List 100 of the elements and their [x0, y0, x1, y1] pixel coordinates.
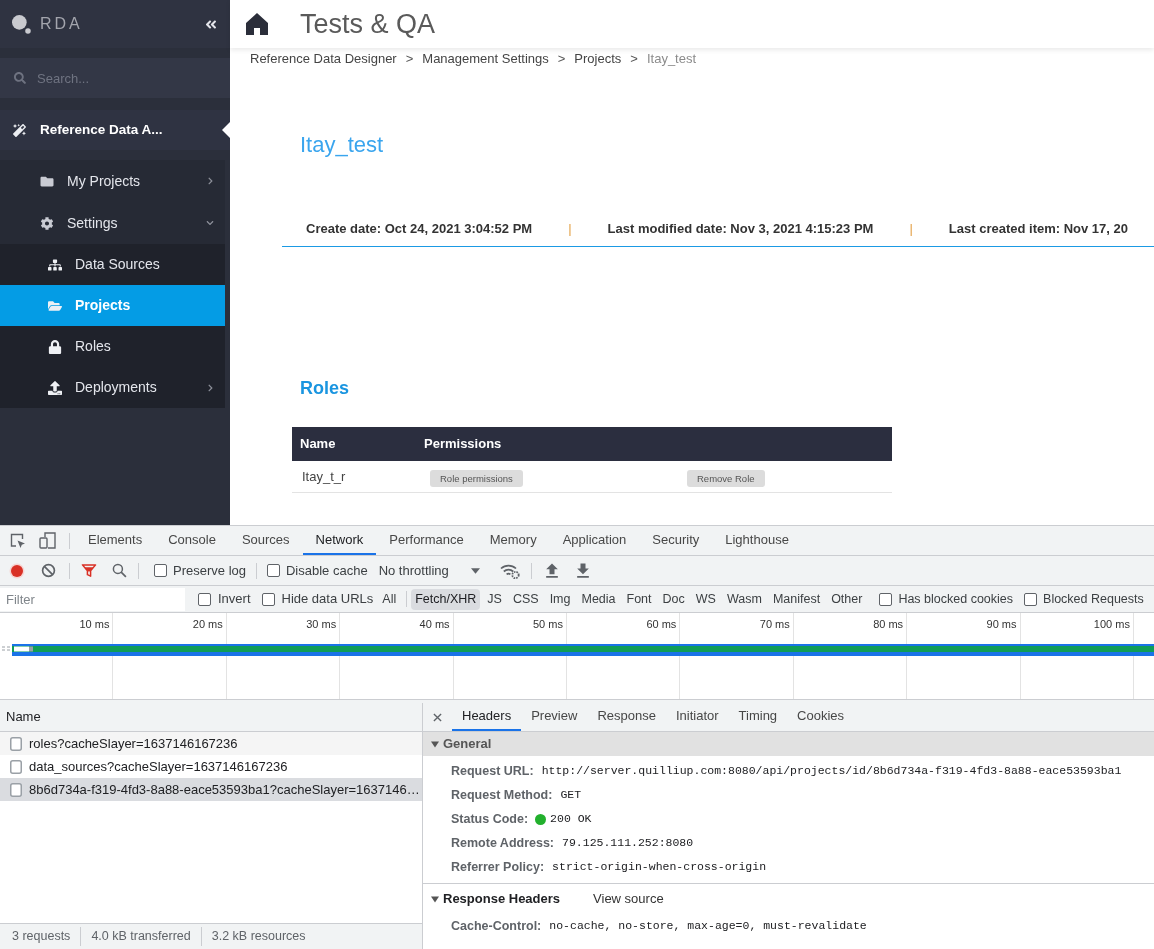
- tick-label: 20 ms: [192, 618, 223, 631]
- type-filter-button[interactable]: Font: [622, 588, 656, 610]
- checkbox[interactable]: [267, 564, 280, 577]
- type-filter-button[interactable]: Img: [545, 588, 575, 610]
- type-filter-button[interactable]: Other: [827, 588, 867, 610]
- section-header[interactable]: Response Headers: [423, 889, 561, 909]
- meta-field: Last modified date: Nov 3, 2021 4:15:23 PM: [607, 219, 874, 239]
- search-icon[interactable]: [112, 563, 127, 578]
- details-tab[interactable]: Cookies: [787, 703, 855, 731]
- devtools-tab[interactable]: Elements: [75, 526, 156, 555]
- checkbox[interactable]: [879, 592, 893, 606]
- type-filter-button[interactable]: JS: [483, 588, 506, 610]
- throttling-dropdown[interactable]: No throttling: [378, 560, 480, 581]
- breadcrumb-link[interactable]: Reference Data Designer: [250, 49, 397, 69]
- column-header[interactable]: Name: [0, 703, 422, 732]
- header-value: no-cache, no-store, max-age=0, must-revalidate: [549, 918, 867, 935]
- breadcrumb-current: Itay_test: [646, 50, 697, 69]
- record-icon[interactable]: [9, 562, 25, 579]
- checkbox[interactable]: [1024, 592, 1038, 606]
- nav-item[interactable]: My Projects: [0, 160, 225, 202]
- filter-field[interactable]: Filter: [0, 587, 185, 611]
- checkbox[interactable]: [198, 592, 211, 606]
- header-value: GET: [560, 787, 582, 804]
- details-tab[interactable]: Preview: [521, 703, 588, 731]
- header-name: Request Method:: [451, 786, 553, 804]
- tick-label: 50 ms: [533, 618, 563, 631]
- gear-icon: [40, 216, 54, 230]
- tick-label: 90 ms: [986, 618, 1017, 631]
- device-toolbar-icon[interactable]: [39, 532, 56, 549]
- devtools-tab[interactable]: Sources: [228, 526, 303, 555]
- nav-item[interactable]: Data Sources: [0, 244, 225, 285]
- checkbox[interactable]: [261, 592, 275, 606]
- clear-icon[interactable]: [41, 563, 56, 578]
- project-title: Itay_test: [300, 131, 384, 159]
- meta-separator: |: [568, 220, 572, 239]
- devtools-tab[interactable]: Performance: [376, 526, 477, 555]
- header-name: Remote Address:: [451, 834, 555, 852]
- nav-item[interactable]: Reference Data A...: [0, 110, 230, 150]
- logo-icon: [12, 14, 31, 34]
- request-row[interactable]: roles?cacheSlayer=1637146167236: [0, 732, 422, 755]
- details-tab[interactable]: Initiator: [665, 703, 729, 731]
- request-row[interactable]: 8b6d734a-f319-4fd3-8a88-eace53593ba1?cacheSlayer=1637146…: [0, 778, 422, 801]
- chevron-right-icon[interactable]: [207, 177, 214, 185]
- checkbox-label: Invert: [218, 590, 251, 609]
- checkbox-label: Hide data URLs: [281, 590, 374, 609]
- details-tab[interactable]: Timing: [728, 703, 788, 731]
- checkbox-label: Has blocked cookies: [898, 590, 1014, 608]
- close-icon[interactable]: [433, 712, 442, 722]
- devtools-tab[interactable]: Security: [639, 526, 713, 555]
- devtools-tab[interactable]: Memory: [476, 526, 550, 555]
- inspect-element-icon[interactable]: [10, 532, 26, 549]
- devtools-tab[interactable]: Console: [155, 526, 229, 555]
- tick-label: 40 ms: [419, 618, 450, 631]
- tick-label: 80 ms: [873, 618, 904, 631]
- filter-icon[interactable]: [81, 563, 97, 578]
- nav-item[interactable]: Deployments: [0, 367, 225, 408]
- nav-item[interactable]: Roles: [0, 326, 225, 367]
- caret-icon: [470, 567, 480, 574]
- page-title: Tests & QA: [300, 8, 436, 41]
- upload-icon: [48, 380, 62, 395]
- checkbox-label: Preserve log: [173, 561, 246, 580]
- summary-text: 3.2 kB resources: [200, 927, 306, 946]
- type-filter-button[interactable]: Doc: [658, 588, 689, 610]
- header-name: Request URL:: [451, 762, 534, 780]
- type-filter-button[interactable]: Wasm: [722, 588, 766, 610]
- logo-text: RDA: [40, 14, 83, 34]
- devtools-tab[interactable]: Lighthouse: [712, 526, 802, 555]
- document-icon: [10, 782, 22, 797]
- remove-role-button[interactable]: Remove Role: [687, 469, 765, 487]
- nav-item[interactable]: Settings: [0, 202, 225, 244]
- sitemap-icon: [48, 257, 62, 272]
- tick-label: 60 ms: [646, 618, 677, 631]
- tick-label: 70 ms: [759, 618, 790, 631]
- breadcrumb-link[interactable]: Projects: [574, 49, 622, 69]
- header-value: http://server.quilliup.com:8080/api/projects/id/8b6d734a-f319-4fd3-8a88-eace53593ba1: [541, 763, 1122, 780]
- type-filter-button[interactable]: Fetch/XHR: [411, 588, 481, 610]
- table-cell-text: Itay_t_r: [301, 467, 346, 486]
- type-filter-button[interactable]: All: [378, 588, 401, 610]
- breadcrumb-separator: >: [630, 50, 638, 69]
- tick-label: 100 ms: [1093, 618, 1130, 631]
- checkbox[interactable]: [154, 564, 167, 577]
- breadcrumb-link[interactable]: Management Settings: [422, 49, 549, 69]
- breadcrumb-separator: >: [405, 50, 414, 69]
- section-header[interactable]: General: [423, 734, 492, 754]
- type-filter-button[interactable]: CSS: [508, 588, 543, 610]
- type-filter-button[interactable]: Media: [577, 588, 620, 610]
- header-name: Referrer Policy:: [451, 858, 545, 876]
- meta-field: Create date: Oct 24, 2021 3:04:52 PM: [306, 219, 533, 239]
- role-permissions-button[interactable]: Role permissions: [430, 469, 523, 487]
- home-icon[interactable]: [246, 13, 268, 35]
- view-source-link[interactable]: View source: [593, 889, 664, 909]
- type-filter-button[interactable]: WS: [691, 588, 720, 610]
- checkbox-label: Disable cache: [286, 561, 368, 580]
- type-filter-button[interactable]: Manifest: [768, 588, 825, 610]
- search-field[interactable]: Search...: [0, 58, 230, 98]
- devtools-tab[interactable]: Application: [549, 526, 640, 555]
- details-tab[interactable]: Response: [587, 703, 666, 731]
- chevron-down-icon[interactable]: [206, 219, 214, 227]
- chevron-right-icon[interactable]: [207, 383, 214, 392]
- network-conditions-icon[interactable]: [499, 562, 520, 579]
